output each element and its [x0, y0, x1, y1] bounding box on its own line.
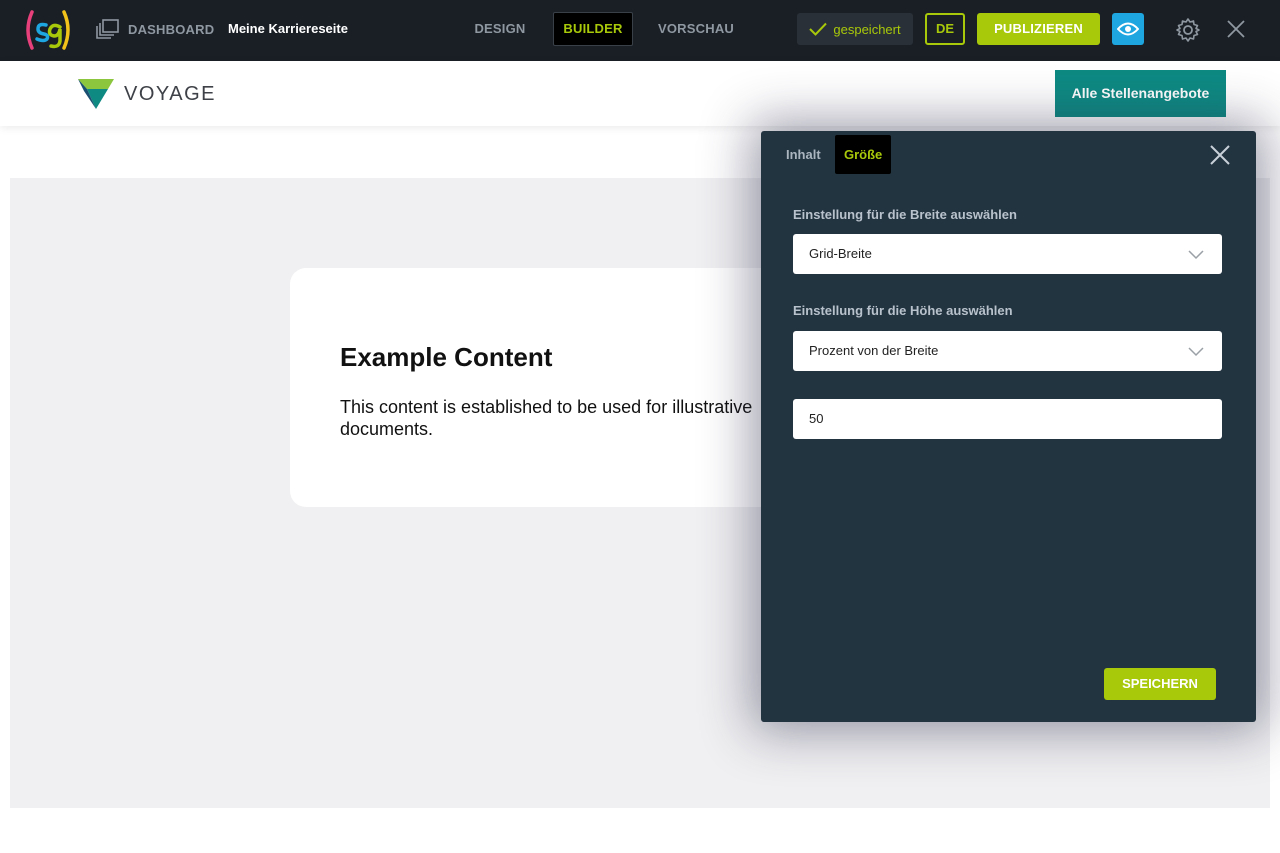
- width-select[interactable]: Grid-Breite: [793, 234, 1222, 274]
- percent-input[interactable]: 50: [793, 399, 1222, 439]
- publish-button[interactable]: PUBLIZIEREN: [977, 13, 1100, 45]
- save-button[interactable]: SPEICHERN: [1104, 668, 1216, 700]
- voyage-logo: [78, 79, 114, 109]
- content-card[interactable]: Example Content This content is establis…: [290, 268, 810, 507]
- gear-icon[interactable]: [1175, 17, 1201, 43]
- chevron-down-icon: [1188, 347, 1204, 357]
- width-select-value: Grid-Breite: [809, 246, 872, 261]
- card-title: Example Content: [340, 342, 553, 372]
- tab-design[interactable]: DESIGN: [470, 12, 530, 46]
- tab-builder[interactable]: BUILDER: [553, 12, 633, 46]
- close-icon[interactable]: [1226, 19, 1246, 39]
- tab-inhalt[interactable]: Inhalt: [786, 135, 821, 174]
- site-header: VOYAGE Alle Stellenangebote: [0, 61, 1280, 126]
- size-settings-panel: Inhalt Größe Einstellung für die Breite …: [761, 131, 1256, 722]
- page-name: Meine Karriereseite: [228, 21, 348, 36]
- card-body: This content is established to be used f…: [340, 397, 753, 439]
- brand-name: VOYAGE: [124, 83, 216, 105]
- dashboard-link[interactable]: DASHBOARD: [96, 18, 214, 40]
- sg-logo[interactable]: [22, 8, 74, 52]
- top-toolbar: DASHBOARD Meine Karriereseite DESIGN BUI…: [0, 0, 1280, 61]
- height-setting-label: Einstellung für die Höhe auswählen: [793, 303, 1013, 318]
- pages-icon: [96, 19, 119, 39]
- height-select[interactable]: Prozent von der Breite: [793, 331, 1222, 371]
- tab-vorschau[interactable]: VORSCHAU: [656, 12, 736, 46]
- percent-input-value: 50: [809, 411, 824, 426]
- saved-status: gespeichert: [797, 13, 913, 45]
- chevron-down-icon: [1188, 250, 1204, 260]
- height-select-value: Prozent von der Breite: [809, 343, 939, 358]
- all-jobs-button[interactable]: Alle Stellenangebote: [1055, 70, 1226, 117]
- tab-groesse[interactable]: Größe: [835, 135, 892, 174]
- check-icon: [809, 22, 828, 36]
- language-button[interactable]: DE: [925, 13, 965, 45]
- close-icon[interactable]: [1209, 144, 1231, 166]
- preview-button[interactable]: [1112, 13, 1144, 45]
- dashboard-label: DASHBOARD: [128, 21, 215, 37]
- saved-label: gespeichert: [833, 21, 901, 37]
- eye-icon: [1117, 22, 1139, 36]
- width-setting-label: Einstellung für die Breite auswählen: [793, 207, 1017, 222]
